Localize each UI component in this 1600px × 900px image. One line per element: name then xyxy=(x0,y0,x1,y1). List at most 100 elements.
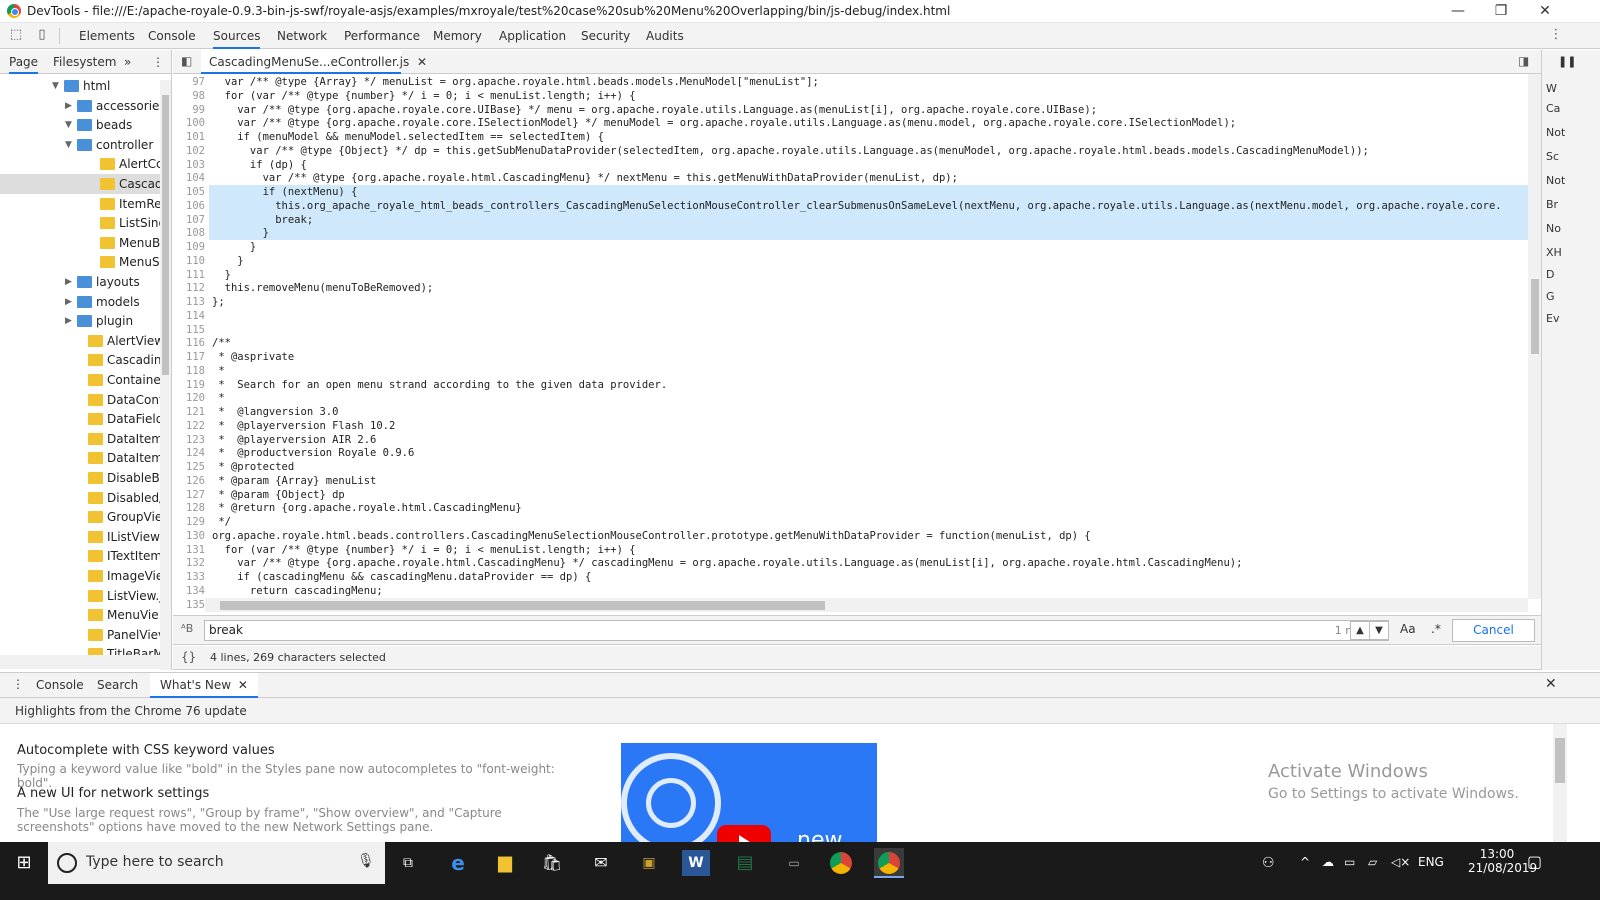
cancel-button[interactable]: Cancel xyxy=(1452,619,1535,642)
line-number[interactable]: 112 xyxy=(173,281,205,295)
tree-folder[interactable]: ▼ controller xyxy=(0,135,160,155)
expanded-arrow-icon[interactable]: ▼ xyxy=(65,115,75,135)
line-number[interactable]: 131 xyxy=(173,543,205,557)
taskbar-search[interactable]: Type here to search 🎙 xyxy=(48,842,385,884)
store-icon[interactable]: 🛍 xyxy=(537,848,567,878)
code-line[interactable]: var /** @type {Object} */ dp = this.getS… xyxy=(212,144,1369,158)
tab-performance[interactable]: Performance xyxy=(344,23,420,49)
line-number[interactable]: 130 xyxy=(173,529,205,543)
sidebar-section-label[interactable]: Br xyxy=(1546,198,1600,211)
editor-vscrollbar[interactable] xyxy=(1528,74,1541,599)
sidebar-section-label[interactable]: Ca xyxy=(1546,102,1600,115)
line-number[interactable]: 128 xyxy=(173,501,205,515)
tab-security[interactable]: Security xyxy=(581,23,630,49)
code-line[interactable]: this.removeMenu(menuToBeRemoved); xyxy=(212,281,434,295)
tree-folder[interactable]: ▼ html xyxy=(0,76,160,96)
maximize-button[interactable]: ❐ xyxy=(1478,0,1524,23)
minimize-button[interactable]: — xyxy=(1435,0,1481,23)
line-number[interactable]: 127 xyxy=(173,488,205,502)
tree-scrollbar[interactable] xyxy=(160,80,171,670)
line-number[interactable]: 104 xyxy=(173,171,205,185)
line-number[interactable]: 118 xyxy=(173,364,205,378)
collapsed-arrow-icon[interactable]: ▶ xyxy=(65,272,75,292)
line-number[interactable]: 122 xyxy=(173,419,205,433)
network-icon[interactable]: ▱ xyxy=(1368,855,1377,869)
code-line[interactable]: if (dp) { xyxy=(212,158,307,172)
tree-file[interactable]: ListSing xyxy=(0,213,160,233)
toggle-debugger-icon[interactable]: ◨ xyxy=(1518,54,1529,68)
code-line[interactable]: return cascadingMenu; xyxy=(212,584,383,598)
tree-file[interactable]: ListView.j xyxy=(0,586,160,606)
chrome-icon[interactable] xyxy=(826,848,856,878)
code-line[interactable]: if (cascadingMenu && cascadingMenu.dataP… xyxy=(212,570,591,584)
close-tab-icon[interactable]: ✕ xyxy=(238,678,248,692)
tree-folder[interactable]: ▼ beads xyxy=(0,115,160,135)
close-button[interactable]: ✕ xyxy=(1522,0,1568,23)
line-number[interactable]: 124 xyxy=(173,446,205,460)
tree-file[interactable]: GroupVie xyxy=(0,507,160,527)
toggle-navigator-icon[interactable]: ◧ xyxy=(181,54,192,68)
line-number[interactable]: 119 xyxy=(173,378,205,392)
clock[interactable]: 13:00 21/08/2019 xyxy=(1468,847,1537,875)
collapsed-arrow-icon[interactable]: ▶ xyxy=(65,311,75,331)
code-line[interactable]: * xyxy=(212,391,224,405)
code-line[interactable]: for (var /** @type {number} */ i = 0; i … xyxy=(212,89,636,103)
code-line[interactable]: if (menuModel && menuModel.selectedItem … xyxy=(212,130,604,144)
tree-file[interactable]: ITextItem xyxy=(0,546,160,566)
tree-hscrollbar[interactable] xyxy=(0,655,160,669)
code-line[interactable]: if (nextMenu) { xyxy=(212,185,358,199)
line-number[interactable]: 109 xyxy=(173,240,205,254)
code-line[interactable]: * @param {Array} menuList xyxy=(212,474,376,488)
tree-file[interactable]: ImageVie xyxy=(0,566,160,586)
match-case-button[interactable]: Aa xyxy=(1400,622,1416,636)
code-line[interactable]: * @param {Object} dp xyxy=(212,488,344,502)
code-line[interactable]: * @langversion 3.0 xyxy=(212,405,338,419)
code-line[interactable]: * @return {org.apache.royale.html.Cascad… xyxy=(212,501,521,515)
line-number[interactable]: 99 xyxy=(173,103,205,117)
code-line[interactable]: /** xyxy=(212,336,231,350)
microphone-icon[interactable]: 🎙 xyxy=(357,853,375,869)
battery-icon[interactable]: ▭ xyxy=(1344,855,1355,869)
sidebar-section-label[interactable]: Ev xyxy=(1546,312,1600,325)
line-number[interactable]: 125 xyxy=(173,460,205,474)
code-line[interactable]: var /** @type {org.apache.royale.core.UI… xyxy=(212,103,1097,117)
chrome-active-icon[interactable] xyxy=(874,848,904,878)
line-number[interactable]: 117 xyxy=(173,350,205,364)
editor-file-tab[interactable]: CascadingMenuSe...eController.js ✕ xyxy=(201,50,427,74)
code-line[interactable]: * @playerversion Flash 10.2 xyxy=(212,419,395,433)
line-number[interactable]: 116 xyxy=(173,336,205,350)
line-number[interactable]: 134 xyxy=(173,584,205,598)
edge-icon[interactable]: e xyxy=(443,848,473,878)
code-line[interactable]: } xyxy=(212,226,269,240)
expanded-arrow-icon[interactable]: ▼ xyxy=(65,135,75,155)
code-line[interactable]: this.org_apache_royale_html_beads_contro… xyxy=(212,199,1501,213)
tree-file[interactable]: Containe xyxy=(0,370,160,390)
navigator-menu-icon[interactable]: ⋮ xyxy=(152,50,164,74)
line-number[interactable]: 120 xyxy=(173,391,205,405)
line-number[interactable]: 135 xyxy=(173,598,205,612)
windows-start-icon[interactable]: ⊞ xyxy=(9,848,39,878)
tab-sources[interactable]: Sources xyxy=(213,23,261,49)
tab-elements[interactable]: Elements xyxy=(79,23,135,49)
tab-audits[interactable]: Audits xyxy=(646,23,684,49)
editor-hscrollbar[interactable] xyxy=(205,598,1528,612)
tab-application[interactable]: Application xyxy=(499,23,566,49)
pretty-print-button[interactable]: {} xyxy=(181,650,196,664)
line-number[interactable]: 106 xyxy=(173,199,205,213)
code-line[interactable]: * @asprivate xyxy=(212,350,294,364)
code-editor[interactable]: 97 var /** @type {Array} */ menuList = o… xyxy=(173,74,1541,612)
code-line[interactable]: for (var /** @type {number} */ i = 0; i … xyxy=(212,543,636,557)
editor-hscroll-thumb[interactable] xyxy=(220,601,825,610)
tree-scroll-thumb[interactable] xyxy=(162,95,169,375)
line-number[interactable]: 105 xyxy=(173,185,205,199)
code-line[interactable]: org.apache.royale.html.beads.controllers… xyxy=(212,529,1091,543)
replace-toggle-icon[interactable]: ᴬB xyxy=(181,622,193,635)
line-number[interactable]: 114 xyxy=(173,309,205,323)
sidebar-section-label[interactable]: D xyxy=(1546,268,1600,281)
code-line[interactable]: break; xyxy=(212,213,313,227)
code-line[interactable]: * @playerversion AIR 2.6 xyxy=(212,433,376,447)
code-line[interactable]: */ xyxy=(212,515,231,529)
tree-file[interactable]: Cascadin xyxy=(0,350,160,370)
tab-filesystem[interactable]: Filesystem xyxy=(53,50,116,74)
drawer-menu-icon[interactable]: ⋮ xyxy=(12,677,24,691)
